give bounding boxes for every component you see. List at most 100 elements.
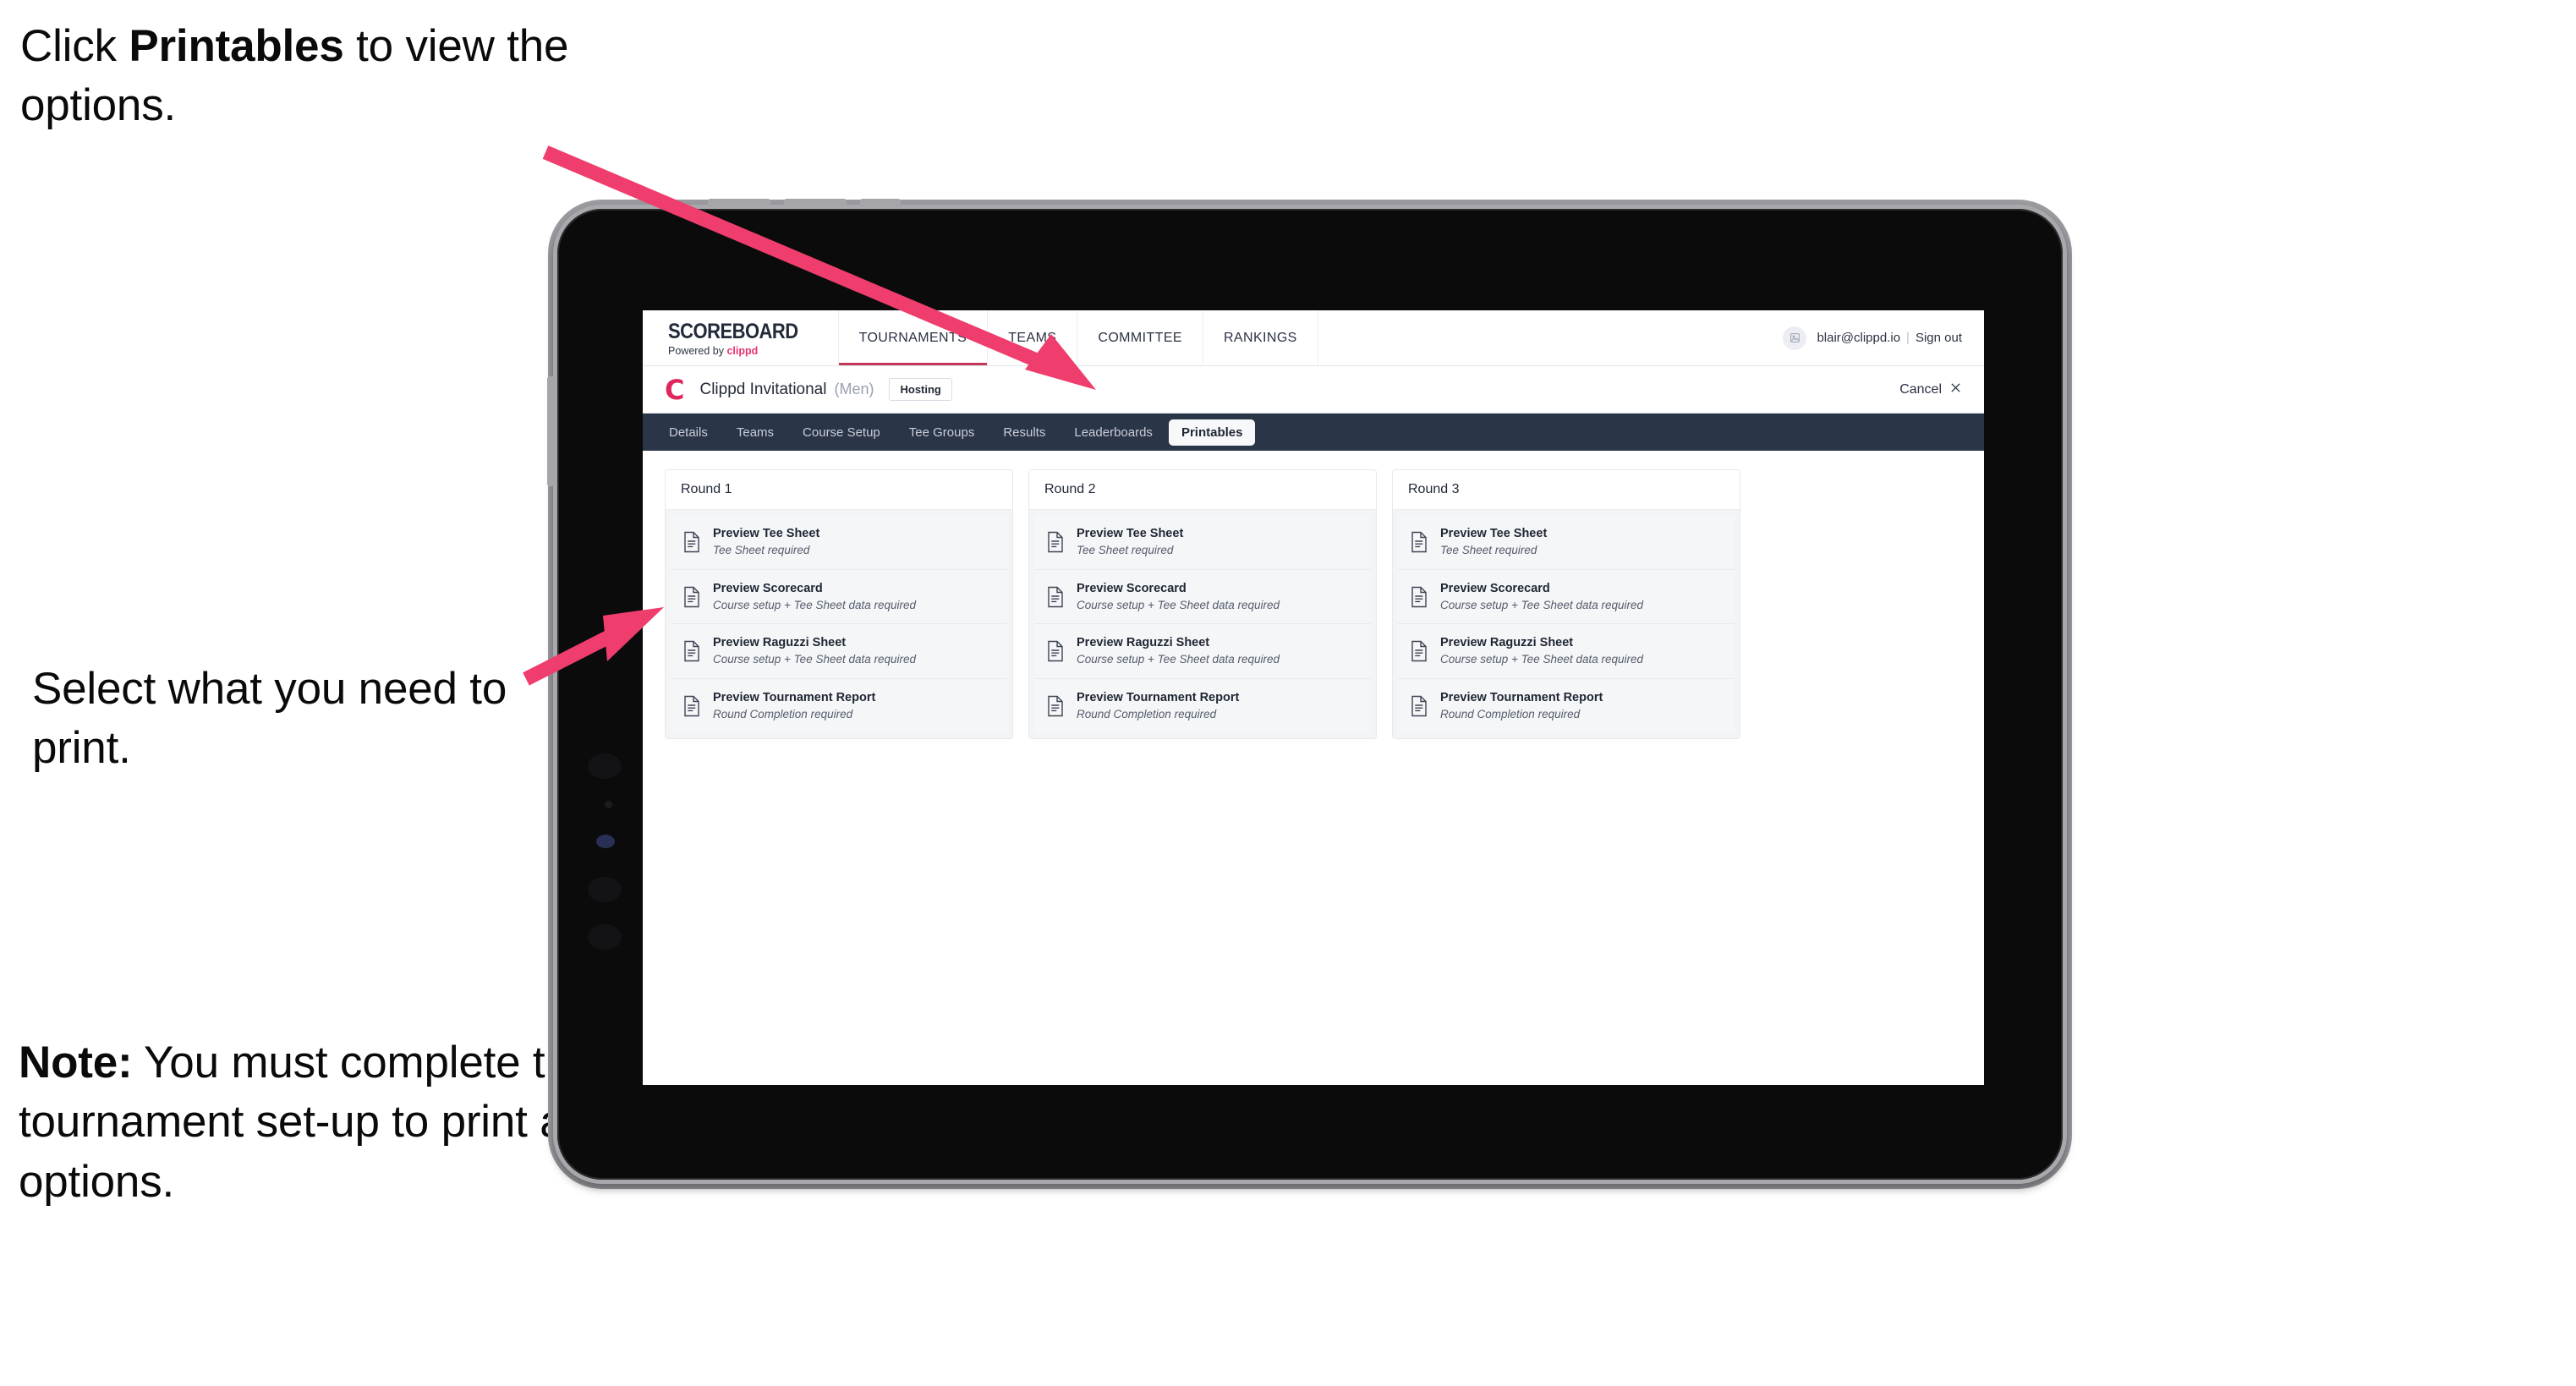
account-separator: | [1906,331,1910,345]
account-email[interactable]: blair@clippd.io [1817,331,1900,345]
document-icon [1410,586,1428,608]
printable-row-raguzzi-sheet[interactable]: Preview Raguzzi Sheet Course setup + Tee… [1034,624,1371,680]
document-icon [1410,640,1428,662]
tab-label: Leaderboards [1074,425,1153,440]
printable-requirement: Course setup + Tee Sheet data required [1077,653,1280,666]
printable-requirement: Tee Sheet required [1077,544,1174,557]
document-icon [1046,695,1065,717]
printable-row-tournament-report[interactable]: Preview Tournament Report Round Completi… [1398,679,1735,733]
round-item-list: Preview Tee Sheet Tee Sheet required Pre… [1393,510,1740,738]
printable-row-scorecard[interactable]: Preview Scorecard Course setup + Tee She… [1034,569,1371,625]
tab-details[interactable]: Details [656,419,721,446]
printable-title: Preview Tee Sheet [713,527,820,540]
tab-course-setup[interactable]: Course Setup [790,419,893,446]
tournament-name: Clippd Invitational [699,380,827,398]
printable-row-tee-sheet[interactable]: Preview Tee Sheet Tee Sheet required [1034,515,1371,570]
printable-row-scorecard[interactable]: Preview Scorecard Course setup + Tee She… [1398,569,1735,625]
printable-row-scorecard[interactable]: Preview Scorecard Course setup + Tee She… [671,569,1007,625]
user-avatar-icon[interactable] [1783,326,1807,350]
nav-item-label: TEAMS [1008,330,1057,345]
brand-subtitle-prefix: Powered by [668,344,727,357]
round-column-3: Round 3 Preview Tee Sheet Tee Sheet requ… [1392,469,1740,739]
primary-nav: TOURNAMENTS TEAMS COMMITTEE RANKINGS [837,310,1318,365]
printable-text: Preview Scorecard Course setup + Tee She… [1440,581,1643,613]
printable-text: Preview Tournament Report Round Completi… [713,690,875,722]
annotation-note-label: Note: [19,1038,133,1087]
tab-label: Course Setup [803,425,880,440]
printable-requirement: Course setup + Tee Sheet data required [713,598,917,611]
round-column-1: Round 1 Preview Tee Sheet Tee Sheet requ… [665,469,1013,739]
volume-down-button[interactable] [784,199,847,207]
printable-requirement: Tee Sheet required [1440,544,1537,557]
speaker-hole-icon [588,877,622,902]
printable-requirement: Round Completion required [1440,708,1581,721]
power-button[interactable] [547,376,556,486]
printable-title: Preview Raguzzi Sheet [713,636,847,650]
round-item-list: Preview Tee Sheet Tee Sheet required Pre… [1029,510,1376,738]
document-icon [682,531,701,553]
nav-item-tournaments[interactable]: TOURNAMENTS [837,310,989,365]
tablet-device: SCOREBOARD Powered by clippd TOURNAMENTS… [547,199,2067,1184]
tab-tee-groups[interactable]: Tee Groups [896,419,988,446]
round-title: Round 3 [1393,470,1740,510]
document-icon [1410,695,1428,717]
brand-subtitle: Powered by clippd [668,345,816,357]
tab-teams[interactable]: Teams [724,419,787,446]
sign-out-link[interactable]: Sign out [1916,331,1962,345]
printable-text: Preview Tee Sheet Tee Sheet required [1077,526,1183,558]
printable-title: Preview Scorecard [713,581,823,595]
nav-item-rankings[interactable]: RANKINGS [1203,310,1318,365]
printable-title: Preview Raguzzi Sheet [1440,636,1574,650]
printable-title: Preview Tee Sheet [1077,527,1184,540]
brand-logo[interactable]: SCOREBOARD Powered by clippd [643,310,838,365]
tablet-screen: SCOREBOARD Powered by clippd TOURNAMENTS… [643,310,1984,1085]
auxiliary-button[interactable] [860,199,901,207]
clippd-logo-icon: C [665,373,685,406]
printable-title: Preview Raguzzi Sheet [1077,636,1210,650]
nav-item-committee[interactable]: COMMITTEE [1077,310,1203,365]
tab-label: Details [669,425,708,440]
annotation-text-bold: Printables [129,21,344,71]
document-icon [1046,586,1065,608]
tab-printables[interactable]: Printables [1168,419,1256,446]
front-camera-icon [588,753,622,779]
printable-row-tournament-report[interactable]: Preview Tournament Report Round Completi… [671,679,1007,733]
speaker-hole-icon [588,924,622,950]
round-item-list: Preview Tee Sheet Tee Sheet required Pre… [666,510,1012,738]
document-icon [682,695,701,717]
annotation-select-to-print: Select what you need to print. [32,660,573,779]
nav-item-label: RANKINGS [1223,330,1297,345]
tournament-gender: (Men) [834,381,874,397]
status-badge: Hosting [889,378,952,401]
printable-text: Preview Scorecard Course setup + Tee She… [1077,581,1280,613]
printable-requirement: Round Completion required [713,708,853,721]
tab-label: Teams [736,425,775,440]
printables-content: Round 1 Preview Tee Sheet Tee Sheet requ… [643,451,1984,758]
nav-item-teams[interactable]: TEAMS [988,310,1078,365]
document-icon [682,640,701,662]
tab-label: Results [1003,425,1046,440]
printable-row-tee-sheet[interactable]: Preview Tee Sheet Tee Sheet required [671,515,1007,570]
printable-row-raguzzi-sheet[interactable]: Preview Raguzzi Sheet Course setup + Tee… [1398,624,1735,680]
cancel-button[interactable]: Cancel [1899,381,1962,398]
volume-up-button[interactable] [708,199,770,207]
printable-title: Preview Tee Sheet [1440,527,1548,540]
indicator-light-icon [596,835,615,848]
printable-text: Preview Raguzzi Sheet Course setup + Tee… [713,635,916,667]
cancel-label: Cancel [1899,381,1942,397]
printable-text: Preview Tee Sheet Tee Sheet required [1440,526,1547,558]
round-column-2: Round 2 Preview Tee Sheet Tee Sheet requ… [1028,469,1377,739]
tab-leaderboards[interactable]: Leaderboards [1061,419,1165,446]
printable-row-tee-sheet[interactable]: Preview Tee Sheet Tee Sheet required [1398,515,1735,570]
printable-requirement: Course setup + Tee Sheet data required [713,653,917,666]
nav-item-label: TOURNAMENTS [858,330,967,345]
printable-row-raguzzi-sheet[interactable]: Preview Raguzzi Sheet Course setup + Tee… [671,624,1007,680]
printable-row-tournament-report[interactable]: Preview Tournament Report Round Completi… [1034,679,1371,733]
document-icon [1410,531,1428,553]
account-area: blair@clippd.io | Sign out [1783,310,1984,365]
printable-text: Preview Raguzzi Sheet Course setup + Tee… [1440,635,1643,667]
tab-results[interactable]: Results [990,419,1058,446]
printable-title: Preview Scorecard [1077,581,1187,595]
brand-title: SCOREBOARD [668,319,798,343]
round-title: Round 2 [1029,470,1376,510]
